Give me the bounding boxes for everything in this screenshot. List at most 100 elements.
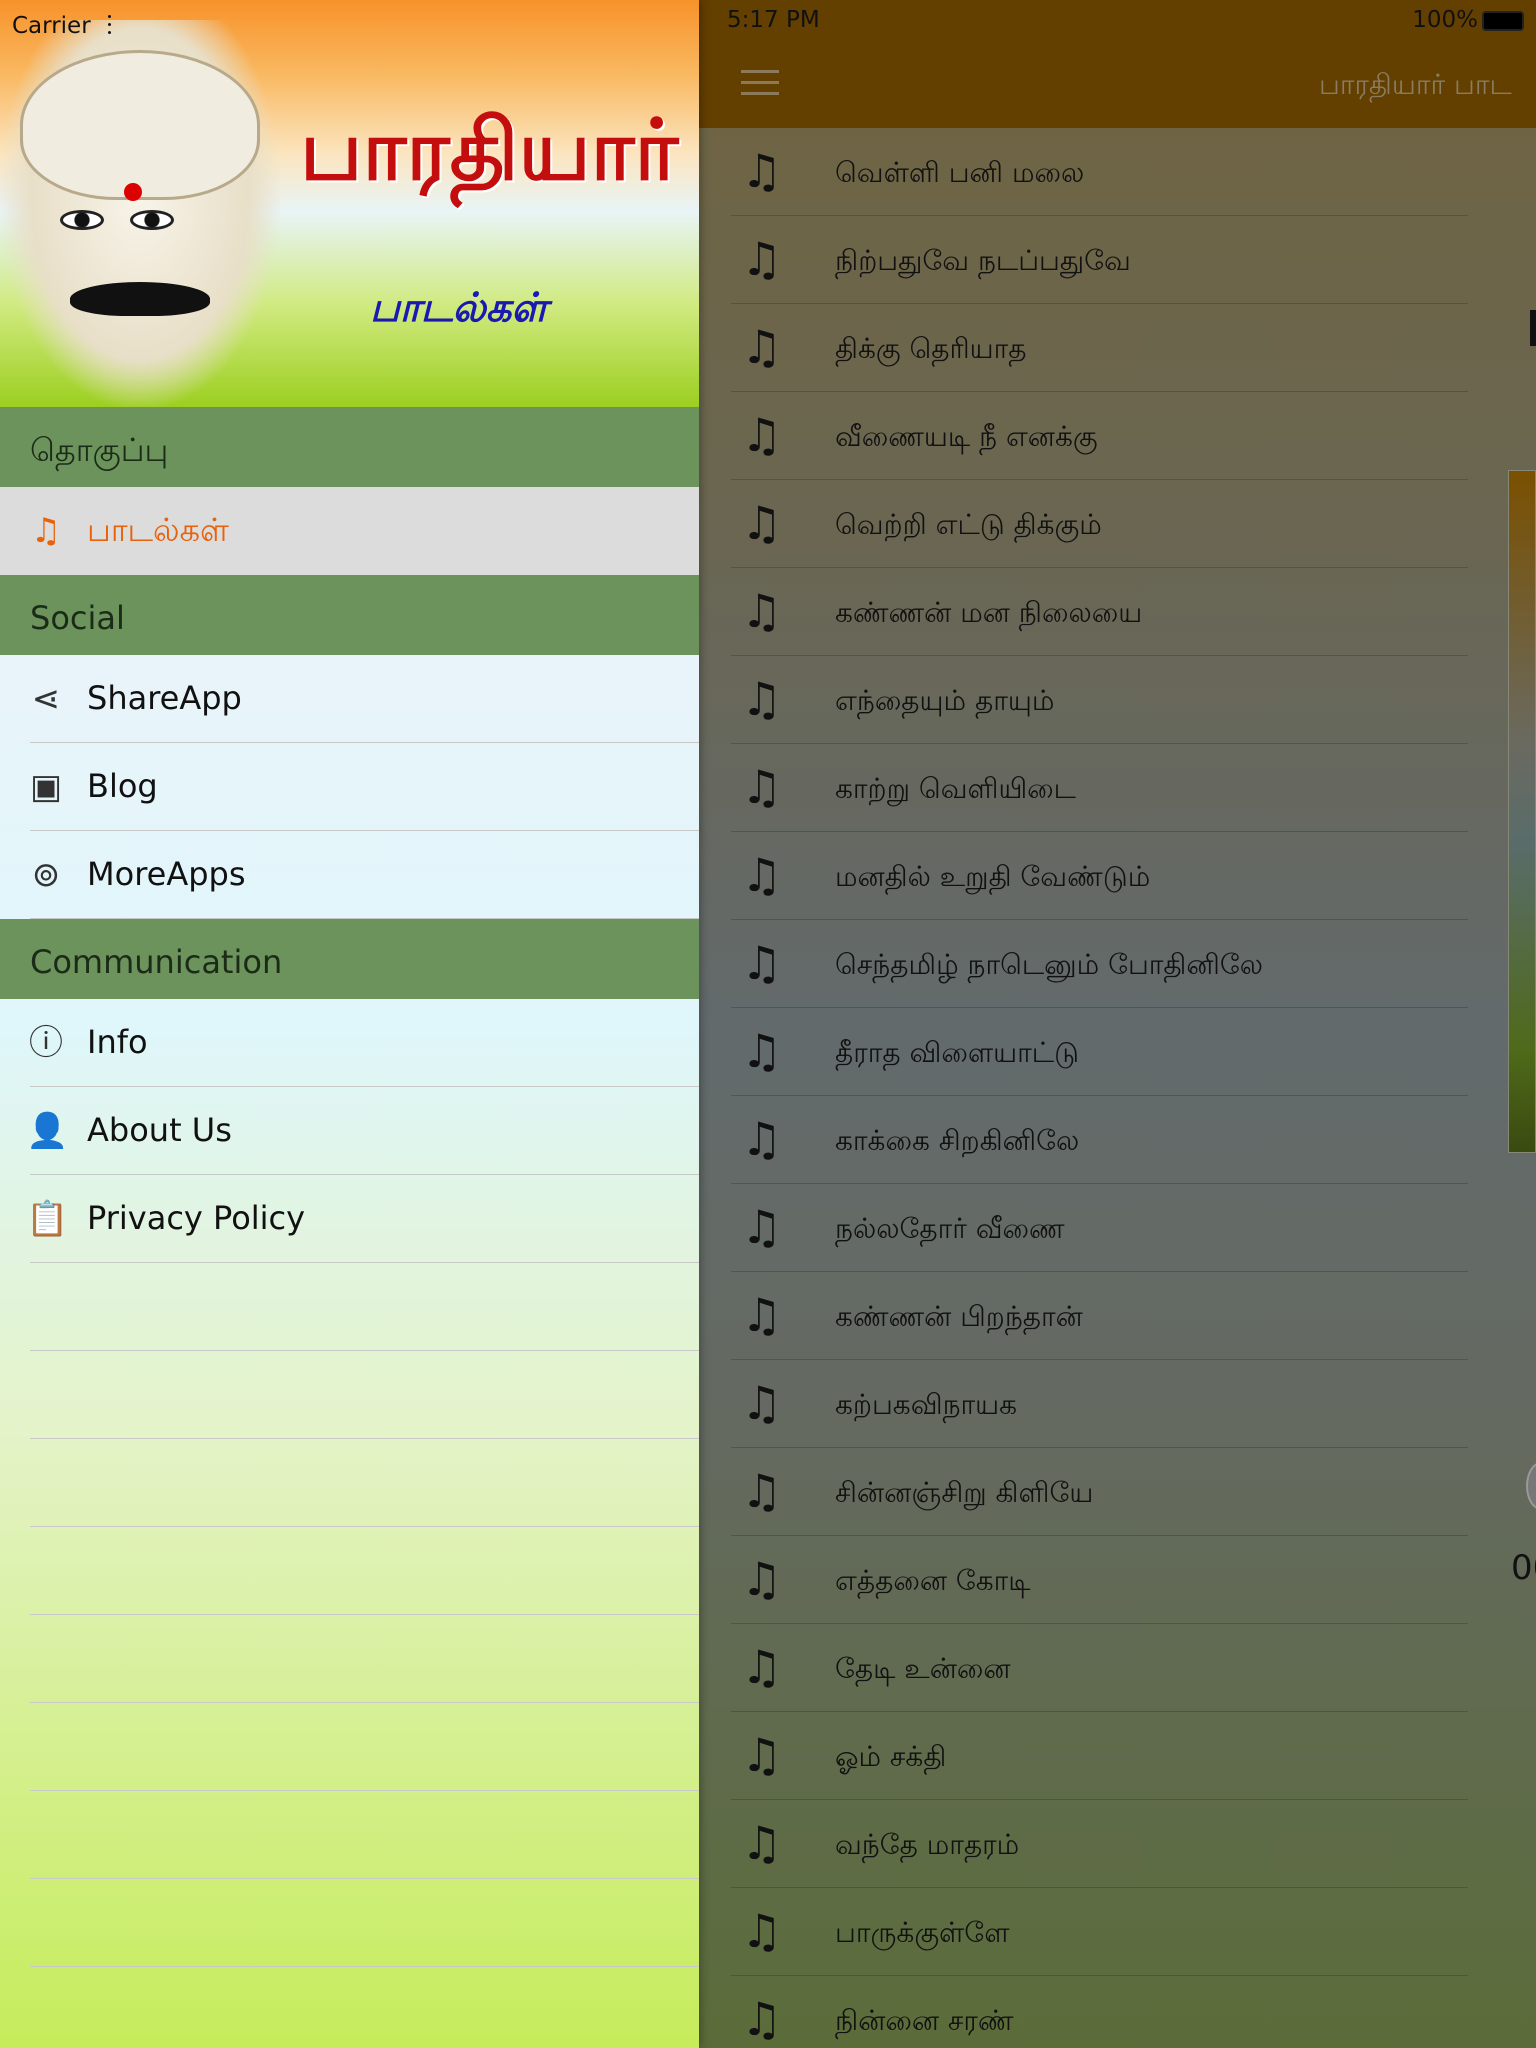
menu-item-label: ShareApp <box>87 679 242 717</box>
song-title: திக்கு தெரியாத <box>835 332 1027 365</box>
song-row[interactable]: ♫ காற்று வெளியிடை <box>731 744 1468 832</box>
menu-item-label: Blog <box>87 767 158 805</box>
song-row[interactable]: ♫ வந்தே மாதரம் <box>731 1800 1468 1888</box>
section-header: Social <box>0 575 699 655</box>
info-icon: ⓘ <box>29 1023 63 1063</box>
song-row[interactable]: ♫ ஓம் சக்தி <box>731 1712 1468 1800</box>
status-time: 5:17 PM <box>727 7 820 33</box>
song-title: வெள்ளி பனி மலை <box>835 156 1085 189</box>
divider <box>30 1878 699 1879</box>
menu-item-shareapp[interactable]: ⋖ ShareApp <box>0 655 699 743</box>
divider <box>30 1350 699 1351</box>
menu-item-பாடல்கள்[interactable]: ♫ பாடல்கள் <box>0 487 699 575</box>
divider <box>30 1438 699 1439</box>
logo-subtitle: பாடல்கள் <box>370 285 548 331</box>
music-note-icon: ♫ <box>741 1200 783 1254</box>
song-title: ஓம் சக்தி <box>835 1740 947 1773</box>
menu-item-label: Info <box>87 1023 148 1061</box>
menu-item-label: MoreApps <box>87 855 246 893</box>
song-title: எந்தையும் தாயும் <box>835 684 1055 717</box>
carrier-label: Carrier ︙ <box>12 13 121 39</box>
header-banner: பாரதியார் பாடல்கள் Carrier ︙ <box>0 0 699 407</box>
player-edge <box>1530 310 1536 346</box>
song-row[interactable]: ♫ திக்கு தெரியாத <box>731 304 1468 392</box>
battery-percent: 100% <box>1412 7 1478 33</box>
music-note-icon: ♫ <box>741 1728 783 1782</box>
song-row[interactable]: ♫ தேடி உன்னை <box>731 1624 1468 1712</box>
blogger-icon: ▣ <box>29 767 63 807</box>
menu-item-info[interactable]: ⓘ Info <box>0 999 699 1087</box>
music-note-icon: ♫ <box>741 144 783 198</box>
song-row[interactable]: ♫ மனதில் உறுதி வேண்டும் <box>731 832 1468 920</box>
music-note-icon: ♫ <box>741 1992 783 2046</box>
menu-item-label: Privacy Policy <box>87 1199 306 1237</box>
song-row[interactable]: ♫ வீணையடி நீ எனக்கு <box>731 392 1468 480</box>
song-title: கண்ணன் பிறந்தான் <box>835 1300 1083 1333</box>
music-note-icon: ♫ <box>741 1640 783 1694</box>
music-note-icon: ♫ <box>741 1552 783 1606</box>
apps-grid-icon: ⊚ <box>31 855 61 895</box>
music-note-icon: ♫ <box>741 408 783 462</box>
song-title: வெற்றி எட்டு திக்கும் <box>835 508 1102 541</box>
music-note-icon: ♫ <box>741 848 783 902</box>
song-title: நின்னை சரண் <box>835 2004 1014 2037</box>
song-title: கற்பகவிநாயக <box>835 1388 1018 1421</box>
song-title: சின்னஞ்சிறு கிளியே <box>835 1476 1094 1509</box>
song-row[interactable]: ♫ வெள்ளி பனி மலை <box>731 128 1468 216</box>
song-title: எத்தனை கோடி <box>835 1564 1031 1597</box>
share-icon: ⋖ <box>31 679 61 719</box>
battery-icon <box>1482 11 1524 31</box>
song-title: வந்தே மாதரம் <box>835 1828 1020 1861</box>
music-note-icon: ♫ <box>741 936 783 990</box>
music-note-icon: ♫ <box>741 1464 783 1518</box>
song-row[interactable]: ♫ தீராத விளையாட்டு <box>731 1008 1468 1096</box>
hamburger-menu-icon[interactable] <box>741 70 779 96</box>
music-note-icon: ♫ <box>741 672 783 726</box>
song-title: தேடி உன்னை <box>835 1652 1011 1685</box>
music-note-icon: ♫ <box>741 232 783 286</box>
divider <box>30 1702 699 1703</box>
divider <box>30 1966 699 1967</box>
music-note-icon: ♫ <box>741 1816 783 1870</box>
menu-item-label: பாடல்கள் <box>87 511 229 549</box>
menu-item-privacy-policy[interactable]: 📋 Privacy Policy <box>0 1175 699 1263</box>
album-art <box>1508 470 1536 1153</box>
song-row[interactable]: ♫ நிற்பதுவே நடப்பதுவே <box>731 216 1468 304</box>
song-list: ♫ வெள்ளி பனி மலை ♫ நிற்பதுவே நடப்பதுவே ♫ திக்… <box>699 128 1468 2048</box>
song-title: பாருக்குள்ளே <box>835 1916 1010 1949</box>
section-header: தொகுப்பு <box>0 407 699 487</box>
song-title: நிற்பதுவே நடப்பதுவே <box>835 244 1131 277</box>
seek-slider-thumb[interactable] <box>1526 1462 1536 1510</box>
song-row[interactable]: ♫ வெற்றி எட்டு திக்கும் <box>731 480 1468 568</box>
song-row[interactable]: ♫ பாருக்குள்ளே <box>731 1888 1468 1976</box>
music-note-icon: ♫ <box>741 1024 783 1078</box>
menu-item-moreapps[interactable]: ⊚ MoreApps <box>0 831 699 919</box>
music-note-icon: ♫ <box>741 496 783 550</box>
music-note-icon: ♫ <box>741 760 783 814</box>
divider <box>30 1790 699 1791</box>
menu-item-blog[interactable]: ▣ Blog <box>0 743 699 831</box>
person-icon: 👤 <box>26 1111 69 1151</box>
song-row[interactable]: ♫ எத்தனை கோடி <box>731 1536 1468 1624</box>
menu-item-label: About Us <box>87 1111 232 1149</box>
song-title: மனதில் உறுதி வேண்டும் <box>835 860 1151 893</box>
song-row[interactable]: ♫ கற்பகவிநாயக <box>731 1360 1468 1448</box>
music-note-icon: ♫ <box>741 1376 783 1430</box>
music-note-icon: ♫ <box>741 320 783 374</box>
song-title: செந்தமிழ் நாடெனும் போதினிலே <box>835 948 1263 981</box>
song-title: தீராத விளையாட்டு <box>835 1036 1080 1069</box>
song-row[interactable]: ♫ காக்கை சிறகினிலே <box>731 1096 1468 1184</box>
song-row[interactable]: ♫ சின்னஞ்சிறு கிளியே <box>731 1448 1468 1536</box>
song-row[interactable]: ♫ எந்தையும் தாயும் <box>731 656 1468 744</box>
song-title: காக்கை சிறகினிலே <box>835 1124 1080 1157</box>
song-row[interactable]: ♫ கண்ணன் மன நிலையை <box>731 568 1468 656</box>
player-time: 00 <box>1511 1548 1536 1588</box>
song-row[interactable]: ♫ கண்ணன் பிறந்தான் <box>731 1272 1468 1360</box>
song-row[interactable]: ♫ நின்னை சரண் <box>731 1976 1468 2048</box>
song-row[interactable]: ♫ நல்லதோர் வீணை <box>731 1184 1468 1272</box>
song-row[interactable]: ♫ செந்தமிழ் நாடெனும் போதினிலே <box>731 920 1468 1008</box>
status-bar: 5:17 PM 100% <box>699 0 1536 40</box>
divider <box>30 1614 699 1615</box>
song-title: காற்று வெளியிடை <box>835 772 1076 805</box>
menu-item-about-us[interactable]: 👤 About Us <box>0 1087 699 1175</box>
